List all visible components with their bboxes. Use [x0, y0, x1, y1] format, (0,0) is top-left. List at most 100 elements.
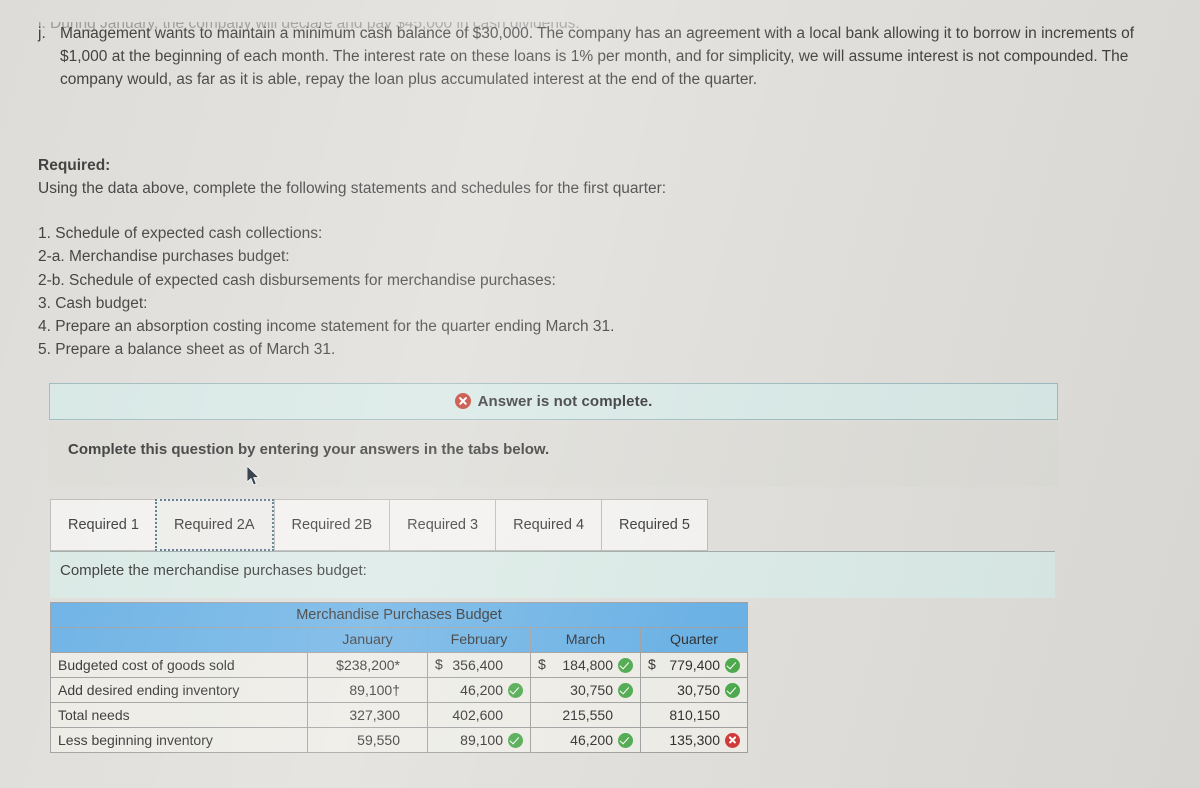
column-header-february: February — [427, 627, 531, 653]
tab-required-4[interactable]: Required 4 — [495, 499, 602, 551]
table-row: Total needs 327,300 402,600 215,550 810,… — [50, 702, 748, 728]
tab-required-3[interactable]: Required 3 — [389, 499, 496, 551]
cell-quarter[interactable]: 135,300 — [640, 727, 748, 753]
cell-value: 135,300 — [669, 732, 720, 748]
required-intro: Using the data above, complete the follo… — [38, 180, 667, 197]
x-circle-icon — [454, 393, 471, 409]
row-label: Budgeted cost of goods sold — [50, 652, 308, 678]
tab-required-2b[interactable]: Required 2B — [273, 499, 390, 551]
cell-value: 89,100† — [349, 682, 400, 698]
status-mark — [618, 708, 633, 723]
answer-status-text: Answer is not complete. — [454, 393, 653, 410]
requirement-item: 5. Prepare a balance sheet as of March 3… — [38, 341, 336, 359]
problem-item-j: j. Management wants to maintain a minimu… — [38, 22, 1178, 91]
problem-statement: j. Management wants to maintain a minimu… — [38, 22, 1178, 91]
status-mark — [405, 708, 420, 723]
status-mark-correct-icon — [508, 732, 523, 748]
status-mark — [405, 733, 420, 748]
cell-value: $238,200* — [336, 657, 400, 673]
cell-quarter[interactable]: 30,750 — [640, 677, 748, 703]
table-header-row: January February March Quarter — [50, 627, 748, 653]
problem-item-j-marker: j. — [38, 25, 46, 42]
tab-required-1[interactable]: Required 1 — [50, 499, 156, 551]
status-mark-correct-icon — [618, 682, 633, 698]
answer-status-label: Answer is not complete. — [477, 393, 653, 410]
cell-value: 89,100 — [460, 732, 503, 748]
row-label: Add desired ending inventory — [50, 677, 308, 703]
cell-value: 59,550 — [357, 732, 400, 748]
status-mark-correct-icon — [618, 732, 633, 748]
merchandise-purchases-budget-table-wrap: Merchandise Purchases Budget January Feb… — [50, 602, 748, 753]
document-page: i. During January, the company will decl… — [0, 0, 1200, 788]
cell-february[interactable]: 89,100 — [427, 727, 531, 753]
row-label: Less beginning inventory — [50, 727, 308, 753]
cell-january[interactable]: $238,200* — [307, 652, 428, 678]
status-mark-correct-icon — [618, 657, 633, 673]
cell-value: 30,750 — [677, 682, 720, 698]
cell-quarter[interactable]: $ 779,400 — [640, 652, 748, 678]
cell-value: 46,200 — [570, 732, 613, 748]
cell-value: 779,400 — [669, 657, 720, 673]
tab-label: Required 2B — [291, 517, 373, 533]
status-mark — [405, 683, 420, 698]
cell-february[interactable]: $ 356,400 — [427, 652, 531, 678]
column-header-january: January — [307, 627, 428, 653]
required-block: Required: Using the data above, complete… — [38, 154, 666, 200]
answer-status-banner: Answer is not complete. — [49, 383, 1058, 420]
cell-value: 402,600 — [452, 707, 503, 723]
cell-march[interactable]: $ 184,800 — [530, 652, 641, 678]
cell-march[interactable]: 46,200 — [530, 727, 641, 753]
problem-item-j-text: Management wants to maintain a minimum c… — [60, 25, 1135, 88]
cell-quarter: 810,150 — [640, 702, 748, 728]
cell-january[interactable]: 59,550 — [307, 727, 428, 753]
status-mark-correct-icon — [725, 682, 740, 698]
status-mark — [508, 658, 523, 673]
tab-required-5[interactable]: Required 5 — [601, 499, 708, 551]
status-mark — [405, 658, 420, 673]
column-header-blank — [50, 627, 308, 653]
status-mark-incorrect-icon — [725, 732, 740, 748]
table-row: Less beginning inventory 59,550 89,100 4… — [50, 727, 748, 753]
requirements-list: 1. Schedule of expected cash collections… — [38, 222, 614, 362]
required-heading: Required: — [38, 157, 111, 174]
required-tabs: Required 1 Required 2A Required 2B Requi… — [50, 499, 708, 551]
dollar-sign: $ — [648, 656, 656, 672]
cell-value: 46,200 — [460, 682, 503, 698]
tab-label: Required 1 — [68, 517, 139, 533]
table-title-row: Merchandise Purchases Budget — [50, 602, 748, 628]
cell-february[interactable]: 46,200 — [427, 677, 531, 703]
cell-march: 215,550 — [530, 702, 641, 728]
cell-value: 356,400 — [452, 657, 503, 673]
cell-january: 327,300 — [307, 702, 428, 728]
cell-january[interactable]: 89,100† — [307, 677, 428, 703]
table-row: Add desired ending inventory 89,100† 46,… — [50, 677, 748, 703]
requirement-item: 2-a. Merchandise purchases budget: — [38, 248, 290, 266]
status-mark-correct-icon — [508, 682, 523, 698]
dollar-sign: $ — [538, 656, 546, 672]
mouse-cursor-icon — [247, 466, 260, 486]
table-row: Budgeted cost of goods sold $238,200* $ … — [50, 652, 748, 678]
tab-required-2a[interactable]: Required 2A — [154, 499, 274, 551]
requirement-item: 4. Prepare an absorption costing income … — [38, 318, 615, 336]
tab-label: Required 3 — [407, 517, 479, 533]
column-header-march: March — [530, 627, 641, 653]
requirement-item: 1. Schedule of expected cash collections… — [38, 225, 323, 242]
tab-label: Required 4 — [513, 517, 585, 533]
row-label: Total needs — [50, 702, 308, 728]
cell-value: 327,300 — [349, 707, 400, 723]
cell-february: 402,600 — [427, 702, 531, 728]
cell-value: 184,800 — [562, 657, 613, 673]
sub-instruction-text: Complete the merchandise purchases budge… — [60, 562, 367, 579]
cell-march[interactable]: 30,750 — [530, 677, 641, 703]
cell-value: 810,150 — [669, 707, 720, 723]
merchandise-purchases-budget-table: Merchandise Purchases Budget January Feb… — [50, 602, 748, 753]
tab-label: Required 5 — [619, 517, 690, 533]
table-title: Merchandise Purchases Budget — [50, 602, 748, 628]
tab-label: Required 2A — [173, 517, 255, 533]
status-mark — [725, 708, 740, 723]
requirement-item: 3. Cash budget: — [38, 294, 148, 312]
status-mark — [508, 708, 523, 723]
cell-value: 30,750 — [570, 682, 613, 698]
dollar-sign: $ — [435, 656, 443, 672]
instruction-text: Complete this question by entering your … — [68, 441, 550, 458]
